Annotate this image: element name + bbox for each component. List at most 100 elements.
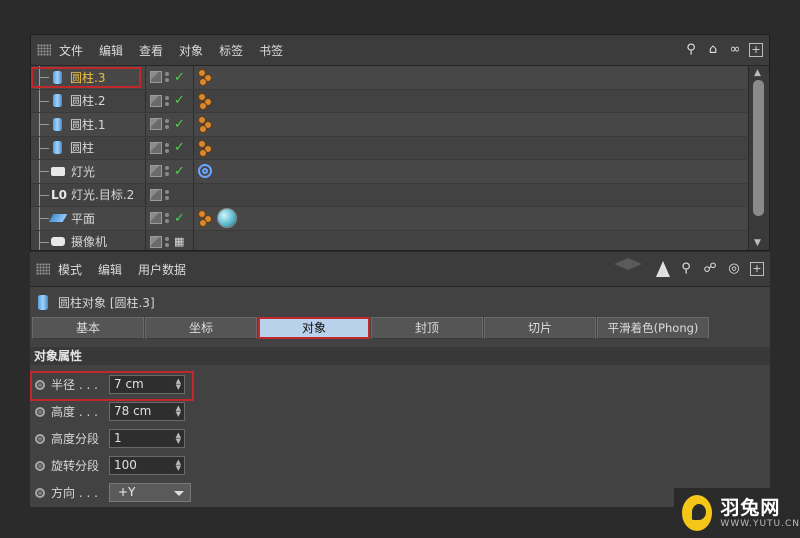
- visibility-dots-icon[interactable]: [165, 142, 171, 153]
- layer-icon[interactable]: [150, 188, 162, 201]
- menu-view[interactable]: 查看: [139, 42, 163, 59]
- animate-radio-icon[interactable]: [35, 379, 45, 390]
- object-name[interactable]: 圆柱.1: [70, 116, 105, 133]
- object-flags: ✓: [145, 207, 193, 230]
- object-name[interactable]: 平面: [71, 210, 95, 227]
- menu-objects[interactable]: 对象: [179, 42, 203, 59]
- menu-bookmarks[interactable]: 书签: [259, 42, 283, 59]
- object-name[interactable]: 灯光.目标.2: [71, 186, 134, 203]
- prop-height-segments: 高度分段 1 ▲ ▼: [30, 425, 770, 452]
- phong-tag-icon[interactable]: [198, 210, 214, 228]
- menu-edit[interactable]: 编辑: [99, 42, 123, 59]
- object-name-cell: 摄像机: [31, 230, 145, 250]
- menu-user-data[interactable]: 用户数据: [138, 261, 186, 278]
- scroll-down-icon[interactable]: ▼: [754, 238, 761, 248]
- layer-icon[interactable]: [150, 141, 162, 154]
- phong-tag-icon[interactable]: [198, 69, 214, 87]
- object-row-cylinder[interactable]: 圆柱 ✓: [31, 136, 747, 160]
- visibility-dots-icon[interactable]: [165, 189, 171, 200]
- menu-edit[interactable]: 编辑: [98, 261, 122, 278]
- field-value: 78 cm: [114, 404, 152, 418]
- object-row-camera[interactable]: 摄像机 ▦: [31, 230, 747, 250]
- phong-tag-icon[interactable]: [198, 116, 214, 134]
- rotation-segments-input[interactable]: 100 ▲ ▼: [109, 456, 185, 475]
- visibility-dots-icon[interactable]: [165, 119, 171, 130]
- home-icon[interactable]: ⌂: [705, 42, 721, 58]
- tab-basic[interactable]: 基本: [32, 317, 144, 339]
- enabled-check-icon[interactable]: ✓: [174, 117, 186, 132]
- enabled-check-icon[interactable]: ✓: [174, 70, 186, 85]
- visibility-dots-icon[interactable]: [165, 72, 171, 83]
- visibility-dots-icon[interactable]: [165, 213, 171, 224]
- enabled-check-icon[interactable]: ✓: [174, 211, 186, 226]
- search-icon[interactable]: ⚲: [683, 42, 699, 58]
- animate-radio-icon[interactable]: [35, 487, 45, 498]
- phong-tag-icon[interactable]: [198, 139, 214, 157]
- orientation-dropdown[interactable]: +Y: [109, 483, 191, 502]
- object-name[interactable]: 圆柱: [70, 139, 94, 156]
- scroll-thumb[interactable]: [753, 80, 764, 216]
- grip-icon[interactable]: [36, 263, 50, 275]
- target-icon[interactable]: ◎: [726, 261, 742, 277]
- object-row-cylinder-2[interactable]: 圆柱.2 ✓: [31, 89, 747, 113]
- menu-file[interactable]: 文件: [59, 42, 83, 59]
- tab-object[interactable]: 对象: [258, 317, 370, 339]
- tab-caps[interactable]: 封顶: [371, 317, 483, 339]
- visibility-dots-icon[interactable]: [165, 95, 171, 106]
- arrow-up-icon[interactable]: [656, 261, 670, 277]
- plus-box-icon[interactable]: +: [749, 43, 763, 57]
- back-forward-icon[interactable]: [614, 258, 648, 280]
- object-tags: [193, 207, 747, 230]
- object-name[interactable]: 圆柱.2: [70, 92, 105, 109]
- phong-tag-icon[interactable]: [198, 92, 214, 110]
- tab-coord[interactable]: 坐标: [145, 317, 257, 339]
- layer-icon[interactable]: [150, 94, 162, 107]
- animate-radio-icon[interactable]: [35, 460, 45, 471]
- spinner-icon[interactable]: ▲ ▼: [176, 378, 181, 391]
- spinner-icon[interactable]: ▲ ▼: [176, 459, 181, 472]
- object-name[interactable]: 摄像机: [71, 233, 107, 250]
- link-icon[interactable]: ∞: [727, 42, 743, 58]
- visibility-dots-icon[interactable]: [165, 166, 171, 177]
- spinner-icon[interactable]: ▲ ▼: [176, 405, 181, 418]
- scroll-up-icon[interactable]: ▲: [754, 68, 761, 78]
- tab-phong[interactable]: 平滑着色(Phong): [597, 317, 709, 339]
- layer-icon[interactable]: [150, 235, 162, 248]
- object-row-light[interactable]: 灯光 ✓: [31, 160, 747, 184]
- lock-icon[interactable]: ☍: [702, 261, 718, 277]
- layer-icon[interactable]: [150, 71, 162, 84]
- grip-icon[interactable]: [37, 44, 51, 56]
- visibility-dots-icon[interactable]: [165, 236, 171, 247]
- menu-mode[interactable]: 模式: [58, 261, 82, 278]
- material-tag-icon[interactable]: [217, 208, 237, 229]
- menu-tags[interactable]: 标签: [219, 42, 243, 59]
- camera-target-icon[interactable]: ▦: [174, 235, 186, 248]
- height-segments-input[interactable]: 1 ▲ ▼: [109, 429, 185, 448]
- animate-radio-icon[interactable]: [35, 433, 45, 444]
- enabled-check-icon[interactable]: ✓: [174, 93, 186, 108]
- tree-branch: [39, 100, 49, 102]
- enabled-check-icon[interactable]: ✓: [174, 140, 186, 155]
- object-row-cylinder-1[interactable]: 圆柱.1 ✓: [31, 113, 747, 137]
- object-row-light-target-2[interactable]: L0 灯光.目标.2: [31, 183, 747, 207]
- layer-icon[interactable]: [150, 118, 162, 131]
- enabled-check-icon[interactable]: ✓: [174, 164, 186, 179]
- height-input[interactable]: 78 cm ▲ ▼: [109, 402, 185, 421]
- object-row-plane[interactable]: 平面 ✓: [31, 207, 747, 231]
- search-icon[interactable]: ⚲: [678, 261, 694, 277]
- cylinder-icon: [53, 117, 62, 131]
- layer-icon[interactable]: [150, 165, 162, 178]
- target-tag-icon[interactable]: [198, 164, 212, 179]
- object-row-cylinder-3[interactable]: 圆柱.3 ✓: [31, 66, 747, 90]
- spinner-icon[interactable]: ▲ ▼: [176, 432, 181, 445]
- object-name[interactable]: 灯光: [71, 163, 95, 180]
- tab-slice[interactable]: 切片: [484, 317, 596, 339]
- animate-radio-icon[interactable]: [35, 406, 45, 417]
- layer-icon[interactable]: [150, 212, 162, 225]
- plus-box-icon[interactable]: +: [750, 262, 764, 276]
- object-tree-scrollbar[interactable]: ▲ ▼: [748, 66, 769, 250]
- object-name-cell: 圆柱: [31, 136, 145, 159]
- object-flags: ✓: [145, 136, 193, 159]
- object-name[interactable]: 圆柱.3: [70, 69, 105, 86]
- radius-input[interactable]: 7 cm ▲ ▼: [109, 375, 185, 394]
